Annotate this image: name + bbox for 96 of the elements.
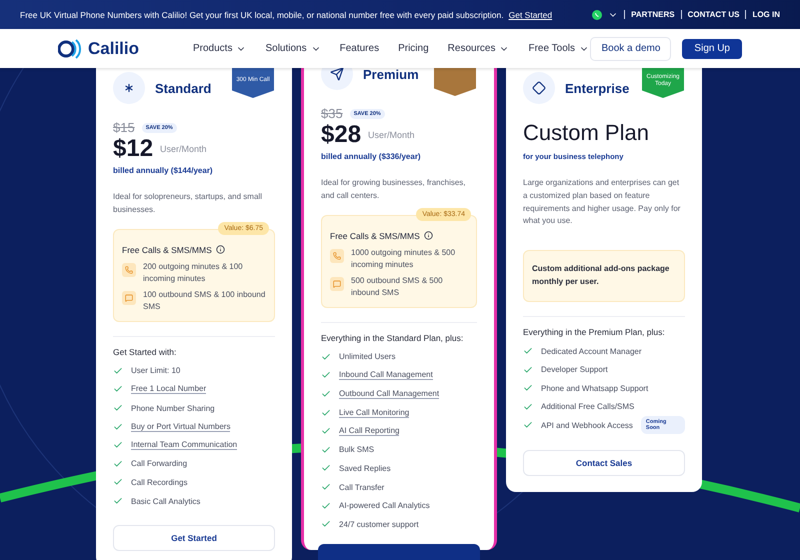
check-icon <box>523 346 533 356</box>
top-link[interactable]: LOG IN <box>752 10 780 19</box>
plan-description: Ideal for solopreneurs, startups, and small businesses. <box>113 191 263 216</box>
phone-icon <box>122 262 136 277</box>
plan-name: Premium <box>363 68 419 82</box>
check-icon <box>523 402 533 412</box>
cta-button[interactable]: Get Started <box>113 525 275 552</box>
message-icon <box>330 276 344 291</box>
check-icon <box>321 482 331 492</box>
logo-icon[interactable] <box>58 38 84 58</box>
feature-text: Call Transfer <box>339 482 384 492</box>
nav-item[interactable]: Solutions <box>265 43 321 54</box>
feature-text: Call Recordings <box>131 478 188 487</box>
sign-up-button[interactable]: Sign Up <box>682 38 742 58</box>
feature-link[interactable]: Free 1 Local Number <box>131 384 206 394</box>
nav-item[interactable]: Features <box>340 43 380 54</box>
feature-link[interactable]: AI Call Reporting <box>339 426 400 436</box>
feature-link[interactable]: Buy or Port Virtual Numbers <box>131 422 230 432</box>
feature-text: AI-powered Call Analytics <box>339 501 430 510</box>
old-price: $35 <box>321 106 343 121</box>
feature-link[interactable]: Internal Team Communication <box>131 440 238 450</box>
nav-item[interactable]: Pricing <box>398 43 429 54</box>
plan-name: Enterprise <box>565 80 630 96</box>
check-icon <box>321 389 331 400</box>
logo-text[interactable]: Calilio <box>88 38 140 58</box>
check-icon <box>321 463 331 474</box>
banner-link[interactable]: Get Started <box>508 10 552 20</box>
check-icon <box>523 364 533 375</box>
feature-text: Developer Support <box>541 365 608 374</box>
info-icon[interactable] <box>216 245 225 254</box>
features-title: Everything in the Standard Plan, plus: <box>321 332 464 343</box>
allowance-text: 500 outbound SMS & 500 inbound SMS <box>351 274 444 299</box>
check-icon <box>113 496 123 506</box>
features-title: Get Started with: <box>113 346 178 357</box>
feature-text: Unlimited Users <box>339 352 396 362</box>
check-icon <box>321 444 331 455</box>
check-icon <box>113 477 123 488</box>
nav-item[interactable]: Products <box>193 43 246 54</box>
book-demo-button[interactable]: Book a demo <box>590 36 672 60</box>
chat-icon[interactable] <box>592 10 602 20</box>
billing-note: billed annually ($336/year) <box>321 152 422 161</box>
feature-text: 24/7 customer support <box>339 520 419 529</box>
feature-text: API and Webhook Access <box>541 420 633 430</box>
addon-note: Custom additional add-ons package monthly per user. <box>523 250 685 302</box>
feature-text: Phone and Whatsapp Support <box>541 384 648 393</box>
phone-icon <box>330 248 344 263</box>
check-icon <box>523 420 533 430</box>
plan-description: Large organizations and enterprises can get a customized plan based on feature requirements and higher usage. Pay only for what you use. <box>523 177 682 228</box>
check-icon <box>113 403 123 414</box>
asterisk-icon <box>113 72 145 104</box>
nav-item[interactable]: Resources <box>448 43 510 54</box>
check-icon <box>321 352 331 362</box>
price: $28 <box>321 121 362 149</box>
plan-description: Ideal for growing businesses, franchises, and call centers. <box>321 177 467 202</box>
check-icon <box>321 500 331 511</box>
features-title: Everything in the Premium Plan, plus: <box>523 326 666 337</box>
plan-name: Standard <box>155 80 212 96</box>
feature-text: User Limit: 10 <box>131 366 180 376</box>
feature-text: Saved Replies <box>339 464 391 473</box>
check-icon <box>321 426 331 436</box>
check-icon <box>113 440 123 450</box>
box-title: Free Calls & SMS/MMS <box>122 244 212 255</box>
feature-text: Basic Call Analytics <box>131 496 200 506</box>
old-price: $15 <box>113 120 135 135</box>
allowance-text: 100 outbound SMS & 100 inbound SMS <box>143 288 266 313</box>
check-icon <box>113 384 123 394</box>
banner-text: Free UK Virtual Phone Numbers with Calilio! Get your first UK local, mobile, or national number free with every paid subscription. <box>20 10 504 20</box>
info-icon[interactable] <box>424 231 433 240</box>
plan-headline: Custom Plan <box>523 120 650 146</box>
allowance-text: 200 outgoing minutes & 100 incoming minutes <box>143 260 244 285</box>
top-link[interactable]: PARTNERS <box>631 10 675 19</box>
feature-text: Dedicated Account Manager <box>541 346 642 356</box>
feature-text: Bulk SMS <box>339 445 374 454</box>
feature-text: Call Forwarding <box>131 459 188 468</box>
price-unit: User/Month <box>160 144 207 154</box>
feature-link[interactable]: Live Call Monitoring <box>339 408 410 418</box>
check-icon <box>523 383 533 394</box>
feature-link[interactable]: Outbound Call Management <box>339 389 440 400</box>
allowance-text: 1000 outgoing minutes & 500 incoming minutes <box>351 246 456 271</box>
check-icon <box>113 422 123 432</box>
nav-item[interactable]: Free Tools <box>528 43 589 54</box>
check-icon <box>321 370 331 380</box>
price: $12 <box>113 135 154 163</box>
price-unit: User/Month <box>368 130 415 140</box>
message-icon <box>122 290 136 305</box>
check-icon <box>113 366 123 376</box>
cta-button[interactable]: Contact Sales <box>523 450 685 476</box>
check-icon <box>321 519 331 530</box>
box-title: Free Calls & SMS/MMS <box>330 230 420 241</box>
check-icon <box>321 408 331 418</box>
billing-note: billed annually ($144/year) <box>113 166 214 175</box>
feature-text: Additional Free Calls/SMS <box>541 402 634 412</box>
top-link[interactable]: CONTACT US <box>688 10 740 19</box>
feature-text: Phone Number Sharing <box>131 404 215 413</box>
feature-link[interactable]: Inbound Call Management <box>339 370 433 380</box>
check-icon <box>113 458 123 469</box>
